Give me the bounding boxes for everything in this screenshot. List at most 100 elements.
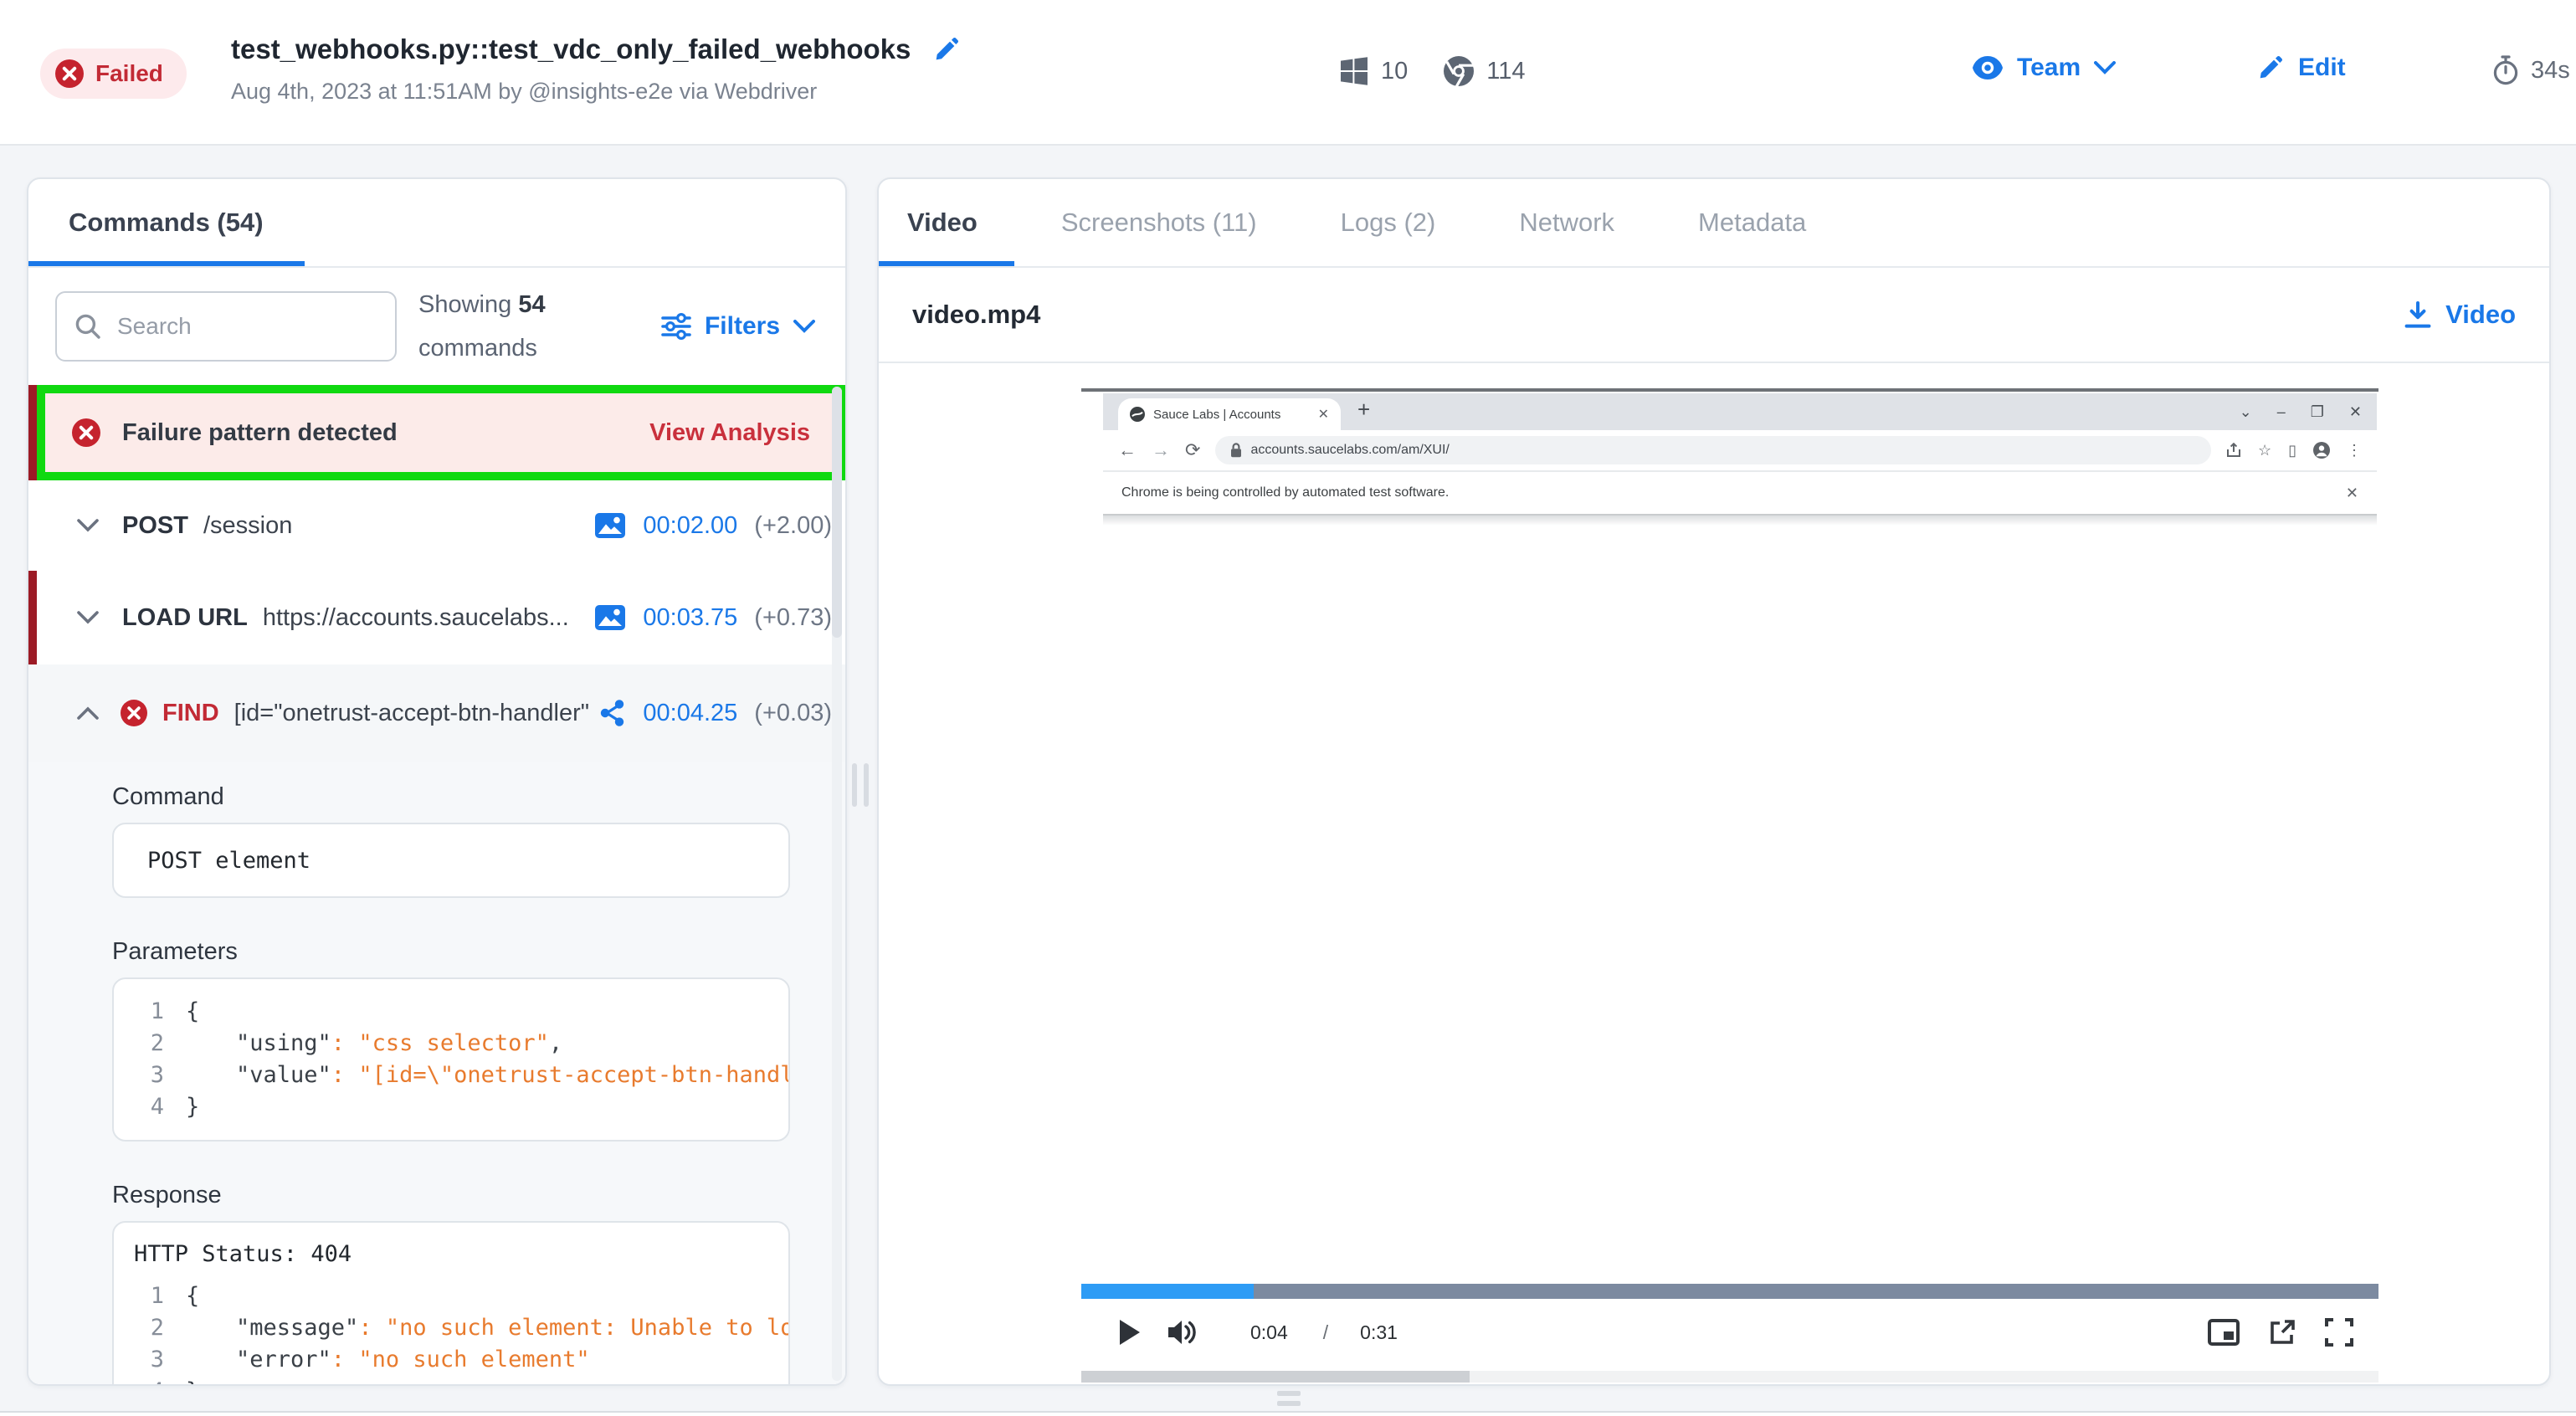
- filters-button[interactable]: Filters: [661, 312, 815, 341]
- test-run-subtitle: Aug 4th, 2023 at 11:51AM by @insights-e2…: [231, 79, 961, 105]
- scrollbar-thumb[interactable]: [832, 387, 842, 638]
- recorded-browser-frame: Sauce Labs | Accounts ✕ + ⌄ – ❐ ✕ ← → ⟳ …: [1103, 393, 2377, 1280]
- time-separator: /: [1323, 1321, 1328, 1344]
- command-row-load-url[interactable]: LOAD URL https://accounts.saucelabs... 0…: [28, 571, 845, 664]
- windows-icon: [1339, 56, 1369, 86]
- status-badge: Failed: [40, 49, 187, 99]
- window-close-icon: ✕: [2349, 403, 2362, 421]
- tab-logs[interactable]: Logs (2): [1341, 208, 1436, 238]
- window-restore-icon: ❐: [2311, 403, 2324, 421]
- chevron-up-icon[interactable]: [77, 706, 99, 720]
- chevron-down-icon[interactable]: [77, 611, 99, 624]
- active-tab-underline: [28, 261, 305, 266]
- showing-count-text: Showing 54 commands: [418, 283, 606, 370]
- download-video-button[interactable]: Video: [2404, 300, 2516, 330]
- panel-resize-handle[interactable]: [852, 763, 869, 807]
- duration-value: 34s: [2531, 57, 2570, 85]
- fullscreen-icon[interactable]: [2325, 1318, 2353, 1347]
- bottom-panel-drag-handle[interactable]: [1277, 1391, 1301, 1406]
- tab-video[interactable]: Video: [907, 208, 978, 238]
- command-section-label: Command: [112, 783, 790, 811]
- scrollbar-thumb[interactable]: [1081, 1371, 1470, 1383]
- tab-screenshots[interactable]: Screenshots (11): [1061, 208, 1257, 238]
- download-button-label: Video: [2445, 300, 2516, 330]
- search-box[interactable]: [55, 291, 397, 362]
- search-input[interactable]: [114, 311, 377, 341]
- response-code-box: HTTP Status: 404 1{ 2"message": "no such…: [112, 1221, 790, 1386]
- volume-icon[interactable]: [1167, 1318, 1198, 1347]
- team-button-label: Team: [2017, 54, 2081, 82]
- filters-sliders-icon: [661, 313, 691, 340]
- video-progress-bar[interactable]: [1081, 1284, 2378, 1299]
- failure-red-bar: [28, 385, 37, 480]
- lock-icon: [1230, 443, 1242, 458]
- browser-tab: Sauce Labs | Accounts ✕: [1118, 398, 1341, 430]
- edit-title-pencil-icon[interactable]: [932, 35, 961, 64]
- infobar-text: Chrome is being controlled by automated …: [1121, 485, 1449, 500]
- team-visibility-button[interactable]: Team: [1972, 54, 2116, 82]
- command-delta: (+2.00): [754, 512, 832, 540]
- video-frame-edge: [1081, 388, 2378, 392]
- edit-button[interactable]: Edit: [2256, 54, 2346, 82]
- open-external-icon[interactable]: [2268, 1318, 2296, 1347]
- parameters-section-label: Parameters: [112, 938, 790, 966]
- picture-in-picture-icon[interactable]: [2208, 1319, 2240, 1346]
- command-row-post-session[interactable]: POST /session 00:02.00 (+2.00): [28, 480, 845, 571]
- video-file-name: video.mp4: [912, 300, 1040, 330]
- command-timestamp: 00:02.00: [643, 512, 737, 540]
- filters-button-label: Filters: [705, 312, 780, 341]
- share-page-icon: [2226, 443, 2241, 458]
- chevron-down-icon: [793, 320, 815, 333]
- http-status: HTTP Status: 404: [114, 1238, 788, 1280]
- browser-version: 114: [1486, 58, 1525, 85]
- video-progress-fill: [1081, 1284, 1254, 1299]
- chrome-icon: [1443, 55, 1475, 87]
- browser-toolbar: ← → ⟳ accounts.saucelabs.com/am/XUI/ ☆ ▯…: [1103, 430, 2377, 472]
- new-tab-icon: +: [1357, 397, 1370, 423]
- chevron-down-icon: [2094, 61, 2116, 74]
- search-icon: [75, 314, 100, 339]
- command-detail: /session: [203, 512, 292, 540]
- command-method: LOAD URL: [122, 604, 248, 632]
- tab-commands[interactable]: Commands (54): [69, 208, 264, 238]
- infobar-shadow: [1103, 514, 2377, 526]
- window-menu-chevron-icon: ⌄: [2240, 403, 2252, 421]
- automation-infobar: Chrome is being controlled by automated …: [1103, 472, 2377, 514]
- download-icon: [2404, 300, 2432, 329]
- favicon-icon: [1130, 407, 1145, 422]
- browser-tab-strip: Sauce Labs | Accounts ✕ + ⌄ – ❐ ✕: [1103, 393, 2377, 430]
- browser-toolbar-icons: ☆ ▯ ⋮: [2226, 442, 2362, 459]
- failure-banner-message: Failure pattern detected: [122, 419, 398, 447]
- share-icon[interactable]: [599, 699, 626, 727]
- command-method: POST: [122, 512, 188, 540]
- command-row-find-expanded[interactable]: FIND [id="onetrust-accept-btn-handler"] …: [28, 664, 845, 762]
- test-duration: 34s: [2492, 55, 2570, 85]
- failed-circle-x-icon: [55, 59, 84, 88]
- command-value-box: POST element: [112, 823, 790, 898]
- window-controls: ⌄ – ❐ ✕: [2240, 395, 2362, 428]
- screenshot-image-icon[interactable]: [594, 512, 626, 539]
- chevron-down-icon[interactable]: [77, 519, 99, 532]
- error-circle-x-icon: [121, 700, 147, 726]
- commands-scrollbar[interactable]: [832, 387, 842, 1381]
- forward-icon: →: [1152, 439, 1170, 461]
- screenshot-image-icon[interactable]: [594, 604, 626, 631]
- edit-button-label: Edit: [2298, 54, 2346, 82]
- profile-avatar-icon: [2313, 442, 2330, 459]
- page-title: test_webhooks.py::test_vdc_only_failed_w…: [231, 33, 911, 65]
- tab-metadata[interactable]: Metadata: [1698, 208, 1806, 238]
- parameters-code-box: 1{ 2"using": "css selector", 3"value": "…: [112, 977, 790, 1142]
- play-button[interactable]: [1120, 1320, 1140, 1345]
- back-icon: ←: [1118, 439, 1137, 461]
- bottom-collapsed-panel: [0, 1411, 2576, 1416]
- tab-network[interactable]: Network: [1519, 208, 1614, 238]
- command-detail-panel: Command POST element Parameters 1{ 2"usi…: [28, 762, 845, 1386]
- command-delta: (+0.03): [754, 700, 832, 727]
- view-analysis-link[interactable]: View Analysis: [649, 419, 810, 447]
- video-horizontal-scrollbar[interactable]: [1081, 1371, 2378, 1383]
- tab-close-icon: ✕: [1318, 406, 1329, 423]
- pencil-icon: [2256, 54, 2285, 82]
- command-timestamp: 00:04.25: [643, 700, 737, 727]
- failure-pattern-banner-row: Failure pattern detected View Analysis: [28, 385, 845, 480]
- error-circle-x-icon: [72, 418, 100, 447]
